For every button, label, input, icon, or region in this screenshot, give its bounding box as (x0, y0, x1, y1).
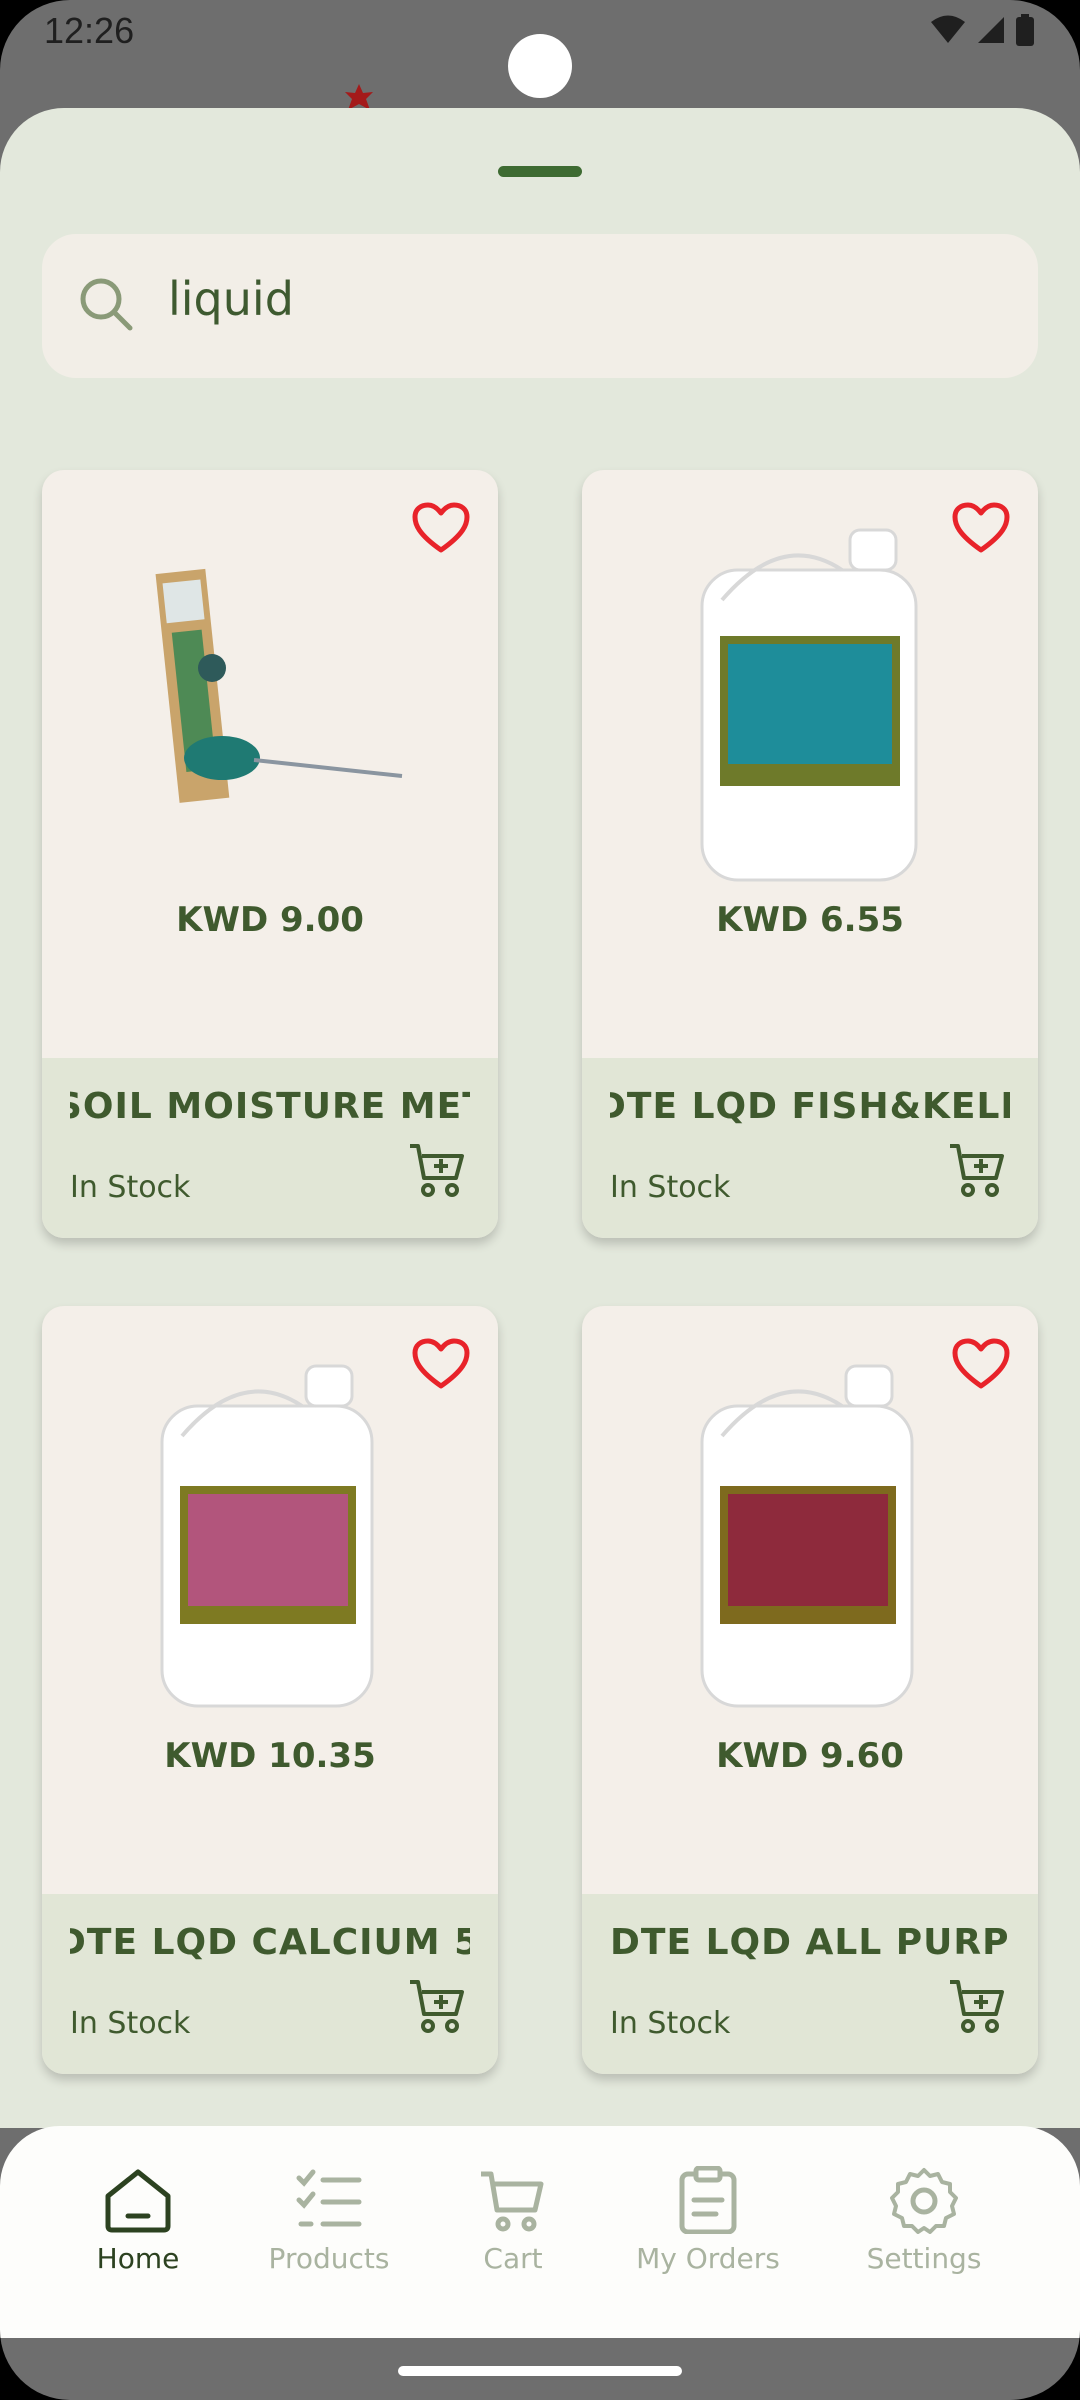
nav-my-orders[interactable]: My Orders (618, 2166, 798, 2275)
product-price: KWD 9.60 (716, 1736, 904, 1776)
product-card[interactable]: KWD 9.60 DTE LQD ALL PURPOSE In Stock (582, 1306, 1038, 2074)
drag-handle[interactable] (498, 166, 582, 177)
status-icons (930, 14, 1034, 46)
product-footer: DTE LQD CALCIUM 5.0% In Stock (42, 1894, 498, 2074)
add-to-cart-icon[interactable] (408, 1142, 468, 1198)
product-name: DTE LQD ALL PURPOSE (610, 1922, 1010, 1963)
search-icon (80, 278, 133, 331)
product-footer: DTE LQD FISH&KELP 2-4-1 In Stock (582, 1058, 1038, 1238)
product-footer: DTE LQD ALL PURPOSE In Stock (582, 1894, 1038, 2074)
stock-status: In Stock (70, 1170, 191, 1205)
product-card[interactable]: KWD 10.35 DTE LQD CALCIUM 5.0% In Stock (42, 1306, 498, 2074)
product-name: SOIL MOISTURE METER (70, 1086, 470, 1127)
product-image (700, 1364, 914, 1708)
product-name: DTE LQD FISH&KELP 2-4-1 (610, 1086, 1010, 1127)
product-name: DTE LQD CALCIUM 5.0% (70, 1922, 470, 1963)
search-bar[interactable]: liquid (42, 234, 1038, 378)
signal-icon (978, 17, 1004, 43)
clipboard-icon (679, 2166, 737, 2234)
battery-icon (1016, 14, 1034, 46)
search-sheet: liquid KWD 9.00 SOIL MOISTURE METER In S (0, 108, 1080, 2128)
product-card[interactable]: KWD 9.00 SOIL MOISTURE METER In Stock (42, 470, 498, 1238)
add-to-cart-icon[interactable] (948, 1978, 1008, 2034)
background-leaf-icon (345, 84, 373, 110)
nav-products[interactable]: Products (239, 2166, 419, 2275)
product-price: KWD 9.00 (176, 900, 364, 940)
nav-label: Cart (483, 2242, 543, 2275)
stock-status: In Stock (610, 1170, 731, 1205)
product-price: KWD 10.35 (164, 1736, 376, 1776)
nav-cart[interactable]: Cart (423, 2166, 603, 2275)
status-bar: 12:26 (0, 0, 1080, 98)
cart-icon (481, 2171, 544, 2232)
stock-status: In Stock (70, 2006, 191, 2041)
wifi-icon (931, 15, 965, 43)
home-icon (105, 2169, 171, 2233)
nav-label: Settings (866, 2242, 982, 2275)
product-image (160, 1364, 374, 1708)
device-screen: 12:26 liquid KWD 9.00 OIL MOISTURE ME In… (0, 0, 1080, 2400)
nav-label: My Orders (636, 2242, 780, 2275)
camera-cutout (508, 34, 572, 98)
gesture-bar[interactable] (398, 2366, 682, 2376)
product-card[interactable]: KWD 6.55 DTE LQD FISH&KELP 2-4-1 In Stoc… (582, 470, 1038, 1238)
nav-settings[interactable]: Settings (834, 2166, 1014, 2275)
nav-home[interactable]: Home (48, 2166, 228, 2275)
stock-status: In Stock (610, 2006, 731, 2041)
product-price: KWD 6.55 (716, 900, 904, 940)
add-to-cart-icon[interactable] (948, 1142, 1008, 1198)
status-time: 12:26 (44, 10, 135, 51)
product-image (700, 528, 918, 882)
nav-label: Products (268, 2242, 390, 2275)
product-footer: SOIL MOISTURE METER In Stock (42, 1058, 498, 1238)
gear-icon (890, 2168, 958, 2234)
product-image (155, 568, 403, 803)
bottom-navigation: Home Products Cart My Orders Settings (0, 2126, 1080, 2338)
add-to-cart-icon[interactable] (408, 1978, 468, 2034)
list-icon (296, 2169, 362, 2227)
nav-label: Home (96, 2242, 180, 2275)
search-input[interactable]: liquid (168, 272, 294, 326)
